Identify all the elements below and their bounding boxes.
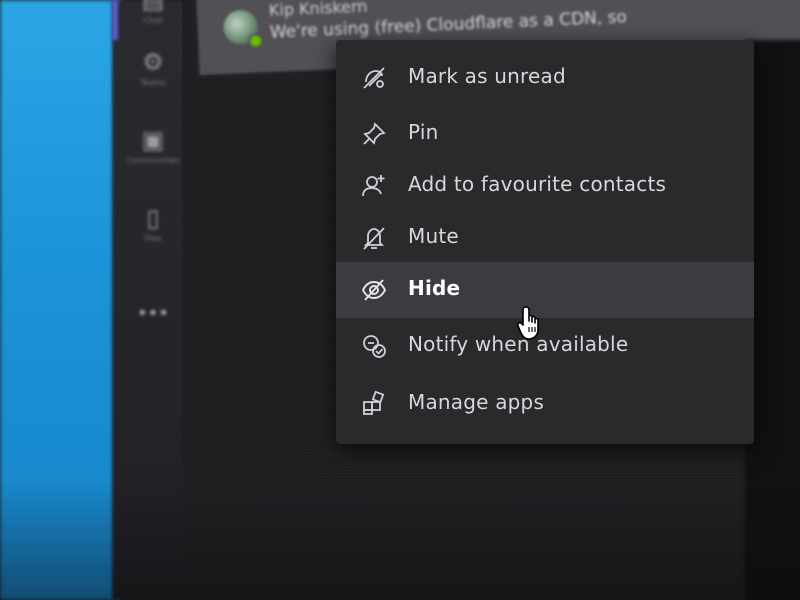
add-contact-icon bbox=[360, 172, 388, 200]
menu-item-manage-apps[interactable]: Manage apps bbox=[336, 376, 754, 432]
menu-item-add-to-favourite-contacts[interactable]: Add to favourite contacts bbox=[336, 158, 754, 214]
mark-unread-icon bbox=[360, 64, 388, 92]
apps-icon bbox=[360, 390, 388, 418]
menu-item-label: Hide bbox=[408, 276, 461, 300]
menu-item-label: Pin bbox=[408, 120, 439, 144]
rail-active-indicator bbox=[112, 0, 118, 40]
hand-cursor-icon bbox=[516, 305, 551, 341]
pin-icon bbox=[360, 120, 388, 148]
teams-window: ▤ Chat ⚙ Teams ▣ Communities ▯ Files •••… bbox=[0, 0, 800, 600]
menu-item-label: Manage apps bbox=[408, 390, 545, 414]
menu-item-mark-as-unread[interactable]: Mark as unread bbox=[336, 50, 754, 106]
menu-item-mute[interactable]: Mute bbox=[336, 210, 754, 266]
menu-item-label: Add to favourite contacts bbox=[408, 172, 667, 196]
menu-item-pin[interactable]: Pin bbox=[336, 106, 754, 162]
presence-status-dot bbox=[247, 33, 264, 49]
contact-name: Kip Kniskern bbox=[268, 0, 368, 20]
hide-eye-icon bbox=[360, 276, 388, 304]
context-menu: Mark as unread Pin Add to favourite cont… bbox=[336, 40, 754, 444]
menu-item-label: Mute bbox=[408, 224, 459, 248]
notify-available-icon bbox=[360, 332, 388, 360]
desktop-background bbox=[0, 0, 122, 600]
mute-bell-icon bbox=[360, 224, 388, 252]
menu-item-label: Mark as unread bbox=[408, 64, 566, 88]
